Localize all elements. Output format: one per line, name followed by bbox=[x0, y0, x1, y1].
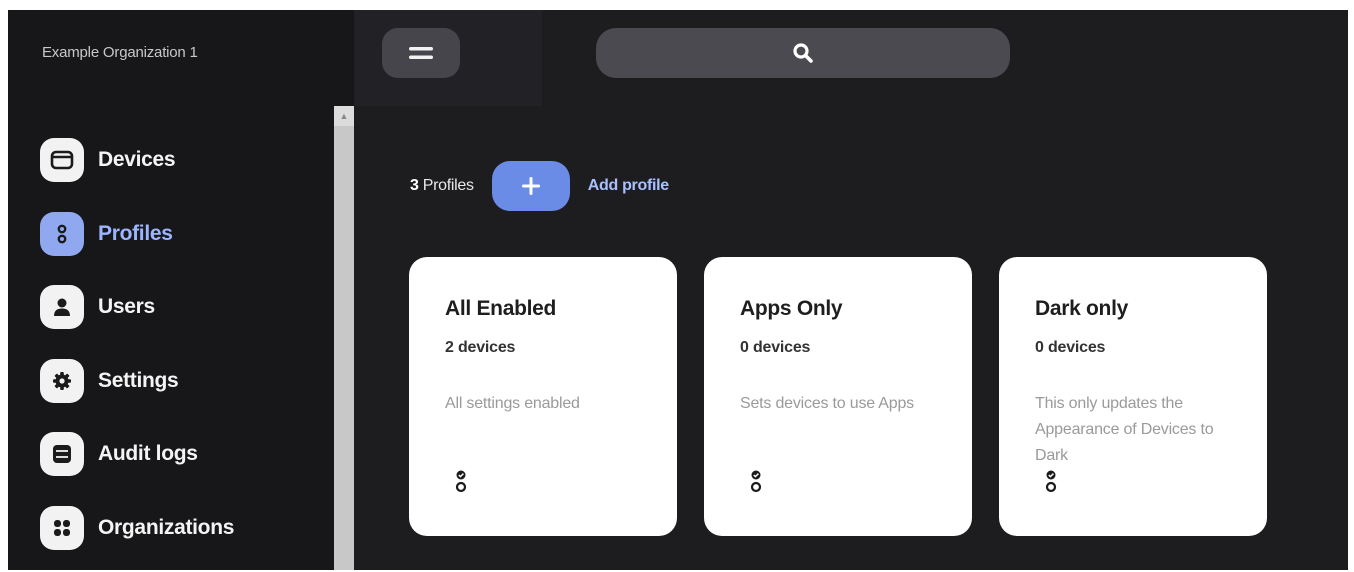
card-description: Sets devices to use Apps bbox=[740, 395, 914, 412]
device-icon bbox=[40, 138, 84, 182]
profile-cards: All Enabled 2 devices All settings enabl… bbox=[409, 257, 1267, 536]
sidebar-item-profiles[interactable]: Profiles bbox=[40, 211, 340, 286]
plus-icon bbox=[521, 177, 540, 195]
hamburger-icon bbox=[409, 47, 433, 59]
profile-count: 3 Profiles bbox=[410, 177, 474, 194]
sidebar-item-label: Users bbox=[98, 295, 155, 318]
sidebar: Example Organization 1 Devices Profiles … bbox=[8, 10, 354, 570]
card-title: All Enabled bbox=[445, 297, 557, 320]
profile-card[interactable]: Apps Only 0 devices Sets devices to use … bbox=[704, 257, 972, 536]
sidebar-item-label: Profiles bbox=[98, 221, 173, 245]
sidebar-item-label: Organizations bbox=[98, 515, 235, 539]
card-device-count: 2 devices bbox=[445, 339, 516, 356]
search-icon bbox=[793, 43, 813, 63]
user-icon bbox=[40, 285, 84, 329]
card-description: This only updates the Appearance of Devi… bbox=[1035, 395, 1214, 464]
sidebar-item-audit-logs[interactable]: Audit logs bbox=[40, 432, 340, 506]
profiles-toolbar: 3 Profiles Add profile bbox=[410, 160, 669, 212]
scroll-up-arrow-icon[interactable]: ▲ bbox=[334, 106, 354, 126]
gear-icon bbox=[40, 358, 84, 403]
profile-card[interactable]: All Enabled 2 devices All settings enabl… bbox=[409, 257, 677, 536]
card-title: Apps Only bbox=[740, 297, 843, 320]
sidebar-item-organizations[interactable]: Organizations bbox=[40, 505, 340, 571]
card-description: All settings enabled bbox=[445, 395, 580, 412]
sidebar-item-label: Audit logs bbox=[98, 442, 198, 465]
add-profile-link[interactable]: Add profile bbox=[588, 177, 669, 195]
sidebar-item-devices[interactable]: Devices bbox=[40, 138, 340, 212]
profile-icon bbox=[1045, 470, 1057, 493]
sidebar-item-settings[interactable]: Settings bbox=[40, 358, 340, 433]
card-title: Dark only bbox=[1035, 297, 1128, 320]
add-profile-button[interactable] bbox=[491, 161, 570, 211]
search-input[interactable] bbox=[596, 28, 1010, 78]
organization-name[interactable]: Example Organization 1 bbox=[42, 44, 198, 61]
card-device-count: 0 devices bbox=[1035, 339, 1106, 356]
profile-icon bbox=[455, 470, 467, 493]
profile-icon bbox=[750, 470, 762, 493]
profile-card[interactable]: Dark only 0 devices This only updates th… bbox=[999, 257, 1267, 536]
sidebar-nav: Devices Profiles Users Settings Audit lo… bbox=[40, 138, 340, 570]
card-device-count: 0 devices bbox=[740, 339, 811, 356]
list-icon bbox=[40, 432, 84, 476]
sidebar-item-users[interactable]: Users bbox=[40, 285, 340, 359]
menu-button[interactable] bbox=[382, 28, 460, 78]
grid-icon bbox=[40, 505, 84, 550]
profile-icon bbox=[40, 211, 84, 256]
sidebar-scrollbar[interactable]: ▲ bbox=[334, 106, 354, 570]
app-window: Example Organization 1 Devices Profiles … bbox=[8, 10, 1348, 570]
sidebar-item-label: Settings bbox=[98, 368, 179, 392]
sidebar-item-label: Devices bbox=[98, 148, 176, 171]
